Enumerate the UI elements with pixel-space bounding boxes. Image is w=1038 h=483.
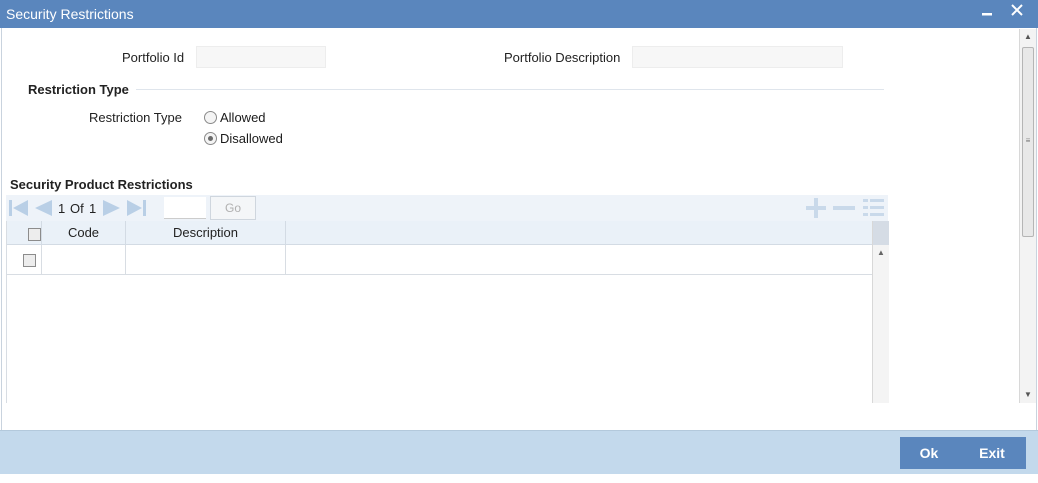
prev-page-icon[interactable] (32, 198, 54, 218)
table-row[interactable] (7, 245, 872, 275)
single-view-icon[interactable] (862, 198, 886, 218)
restriction-type-section-title: Restriction Type (28, 82, 129, 97)
row-code-cell[interactable] (42, 245, 126, 275)
portfolio-description-field[interactable] (632, 46, 843, 68)
row-description-cell[interactable] (126, 245, 286, 275)
portfolio-description-label: Portfolio Description (504, 50, 621, 65)
first-page-icon[interactable] (8, 198, 30, 218)
dialog-footer: Ok Exit (0, 430, 1038, 474)
radio-disallowed-button[interactable] (204, 132, 217, 145)
pager-current: 1 (58, 201, 66, 216)
radio-allowed-label: Allowed (220, 110, 266, 125)
row-select-cell (7, 245, 42, 275)
scrollbar-thumb[interactable]: ≡ (1022, 47, 1034, 237)
goto-page-input[interactable] (164, 197, 206, 219)
radio-allowed-button[interactable] (204, 111, 217, 124)
window-title: Security Restrictions (6, 6, 134, 22)
portfolio-id-label: Portfolio Id (122, 50, 185, 65)
grid-toolbar: 1 Of 1 Go (6, 195, 888, 221)
grid-header-row: Code Description (7, 221, 872, 245)
restrictions-grid: Code Description ▲ (6, 221, 889, 403)
pager-total: 1 (89, 201, 97, 216)
column-header-code[interactable]: Code (42, 221, 126, 245)
section-divider (136, 89, 884, 90)
select-all-cell (7, 221, 42, 245)
select-all-checkbox[interactable] (28, 228, 41, 241)
main-scrollbar[interactable]: ▲ ≡ ▼ (1019, 29, 1036, 403)
column-header-description[interactable]: Description (126, 221, 286, 245)
grid-scrollbar[interactable]: ▲ (872, 221, 889, 403)
grid-scrollbar-cap (873, 221, 889, 245)
add-row-icon[interactable] (804, 198, 828, 218)
pager-of: Of (70, 201, 84, 216)
ok-button[interactable]: Ok (900, 437, 958, 469)
window-bottom-edge (0, 474, 1038, 483)
close-icon[interactable] (1006, 0, 1028, 28)
window-titlebar: Security Restrictions (0, 0, 1038, 28)
exit-button[interactable]: Exit (958, 437, 1026, 469)
radio-allowed[interactable]: Allowed (204, 110, 266, 125)
go-button[interactable]: Go (210, 196, 256, 220)
radio-disallowed-label: Disallowed (220, 131, 283, 146)
portfolio-id-field[interactable] (196, 46, 326, 68)
delete-row-icon[interactable] (832, 198, 856, 218)
security-product-restrictions-title: Security Product Restrictions (10, 177, 193, 192)
next-page-icon[interactable] (101, 198, 123, 218)
minimize-icon[interactable] (976, 0, 998, 28)
restriction-type-label: Restriction Type (89, 110, 182, 125)
row-checkbox[interactable] (23, 254, 36, 267)
scroll-up-icon[interactable]: ▲ (1020, 29, 1036, 45)
radio-disallowed[interactable]: Disallowed (204, 131, 283, 146)
scroll-up-icon[interactable]: ▲ (873, 248, 889, 257)
scroll-down-icon[interactable]: ▼ (1020, 387, 1036, 403)
last-page-icon[interactable] (125, 198, 147, 218)
